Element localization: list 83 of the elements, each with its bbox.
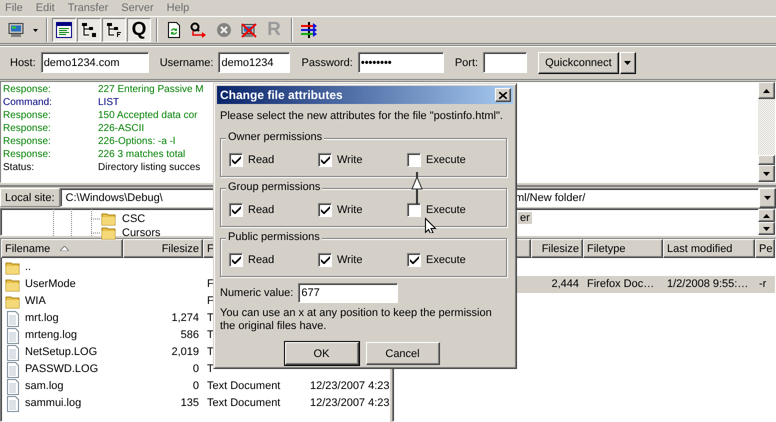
table-cell-text: T xyxy=(207,328,214,343)
log-message: 227 Entering Passive M xyxy=(98,83,204,96)
checkbox-label[interactable]: Write xyxy=(337,154,362,166)
table-cell-text: 2,019 xyxy=(171,345,199,360)
table-cell-text: F xyxy=(207,277,214,292)
path-text: C:\Windows\Debug\ xyxy=(66,192,163,204)
table-cell-text: 2,444 xyxy=(551,277,579,292)
column-header[interactable]: Last modified xyxy=(663,239,755,258)
field-label: Numeric value: xyxy=(220,287,294,299)
input-field[interactable]: 677 xyxy=(298,283,398,303)
file-name[interactable]: mrt.log xyxy=(25,310,59,327)
field-label: Host: xyxy=(10,56,36,68)
input-field[interactable]: demo1234.com xyxy=(40,52,149,73)
table-cell-text: T xyxy=(207,362,214,377)
table-cell-text: 586 xyxy=(180,328,199,343)
file-name[interactable]: mrteng.log xyxy=(25,327,77,344)
file-name[interactable]: NetSetup.LOG xyxy=(25,344,98,361)
path-text: ml/New folder/ xyxy=(515,192,586,204)
column-header[interactable]: Filename xyxy=(1,239,123,258)
checkbox-label[interactable]: Read xyxy=(248,204,274,216)
log-message: 226-ASCII xyxy=(98,122,144,135)
group-title: Group permissions xyxy=(226,181,322,193)
input-field[interactable]: demo1234 xyxy=(218,52,290,73)
table-cell-text: Text Document xyxy=(207,379,280,394)
file-name[interactable]: sammui.log xyxy=(25,395,82,412)
table-cell-text: 0 xyxy=(192,362,199,377)
file-name[interactable]: UserMode xyxy=(25,276,76,293)
log-label: Response: xyxy=(3,122,52,135)
log-label: Response: xyxy=(3,83,52,96)
input-field[interactable]: •••••••• xyxy=(358,52,444,73)
table-cell-text: 12/23/2007 4:23 xyxy=(310,396,389,411)
table-cell-text: T xyxy=(207,345,214,360)
log-label: Response: xyxy=(3,109,52,122)
site-label: Local site: xyxy=(0,188,60,207)
table-cell-text: T xyxy=(207,311,214,326)
table-cell-text: 1,274 xyxy=(171,311,199,326)
checkbox-label[interactable]: Execute xyxy=(426,154,466,166)
file-name[interactable]: sam.log xyxy=(25,378,64,395)
table-cell-text: -r xyxy=(759,277,766,292)
tree-item[interactable]: Cursors xyxy=(120,227,163,239)
checkbox-label[interactable]: Write xyxy=(337,254,362,266)
group-title: Public permissions xyxy=(226,231,322,243)
checkbox-label[interactable]: Execute xyxy=(426,254,466,266)
log-label: Command: xyxy=(3,96,53,109)
file-name[interactable]: .. xyxy=(25,259,32,276)
log-message: 150 Accepted data cor xyxy=(98,109,198,122)
file-name[interactable]: PASSWD.LOG xyxy=(25,361,98,378)
column-header[interactable]: Filesize xyxy=(123,239,203,258)
table-cell-text: F xyxy=(207,294,214,309)
checkbox-label[interactable]: Read xyxy=(248,154,274,166)
tree-item[interactable]: CSC xyxy=(120,213,148,225)
table-cell-text: 12/23/2007 4:23 xyxy=(310,379,389,394)
dialog-title: Change file attributes xyxy=(220,88,343,102)
tree-item[interactable]: er xyxy=(518,212,532,224)
checkbox-label[interactable]: Read xyxy=(248,254,274,266)
column-header[interactable]: Filesize xyxy=(531,239,583,258)
log-label: Response: xyxy=(3,135,52,148)
dialog-message: Please select the new attributes for the file "postinfo.html". xyxy=(220,110,504,122)
log-label: Response: xyxy=(3,148,52,161)
table-cell-text: Text Document xyxy=(207,396,280,411)
log-message: Directory listing succes xyxy=(98,161,200,174)
checkbox-label[interactable]: Write xyxy=(337,204,362,216)
table-cell-text: 135 xyxy=(180,396,199,411)
cancel-button[interactable]: Cancel xyxy=(366,342,440,365)
group-title: Owner permissions xyxy=(226,131,324,143)
table-cell-text: 1/2/2008 9:55:… xyxy=(667,277,748,292)
log-message: LIST xyxy=(98,96,120,109)
dialog-note: You can use an x at any position to keep the permission the original files have. xyxy=(220,307,493,333)
column-header[interactable]: Pe xyxy=(755,239,775,258)
table-cell-text: 0 xyxy=(192,379,199,394)
checkbox-label[interactable]: Execute xyxy=(426,204,466,216)
file-name[interactable]: WIA xyxy=(25,293,46,310)
field-label: Port: xyxy=(454,56,478,68)
field-label: Username: xyxy=(160,56,214,68)
toolbar-button[interactable]: Q xyxy=(127,18,151,42)
column-header[interactable]: Filetype xyxy=(583,239,663,258)
quickconnect-button[interactable]: Quickconnect xyxy=(538,52,619,74)
log-message: 226 3 matches total xyxy=(98,148,186,161)
field-label: Password: xyxy=(301,56,353,68)
ok-button[interactable]: OK xyxy=(284,342,358,365)
log-label: Status: xyxy=(3,161,36,174)
log-message: 226-Options: -a -l xyxy=(98,135,176,148)
table-cell-text: Firefox Doc… xyxy=(587,277,654,292)
